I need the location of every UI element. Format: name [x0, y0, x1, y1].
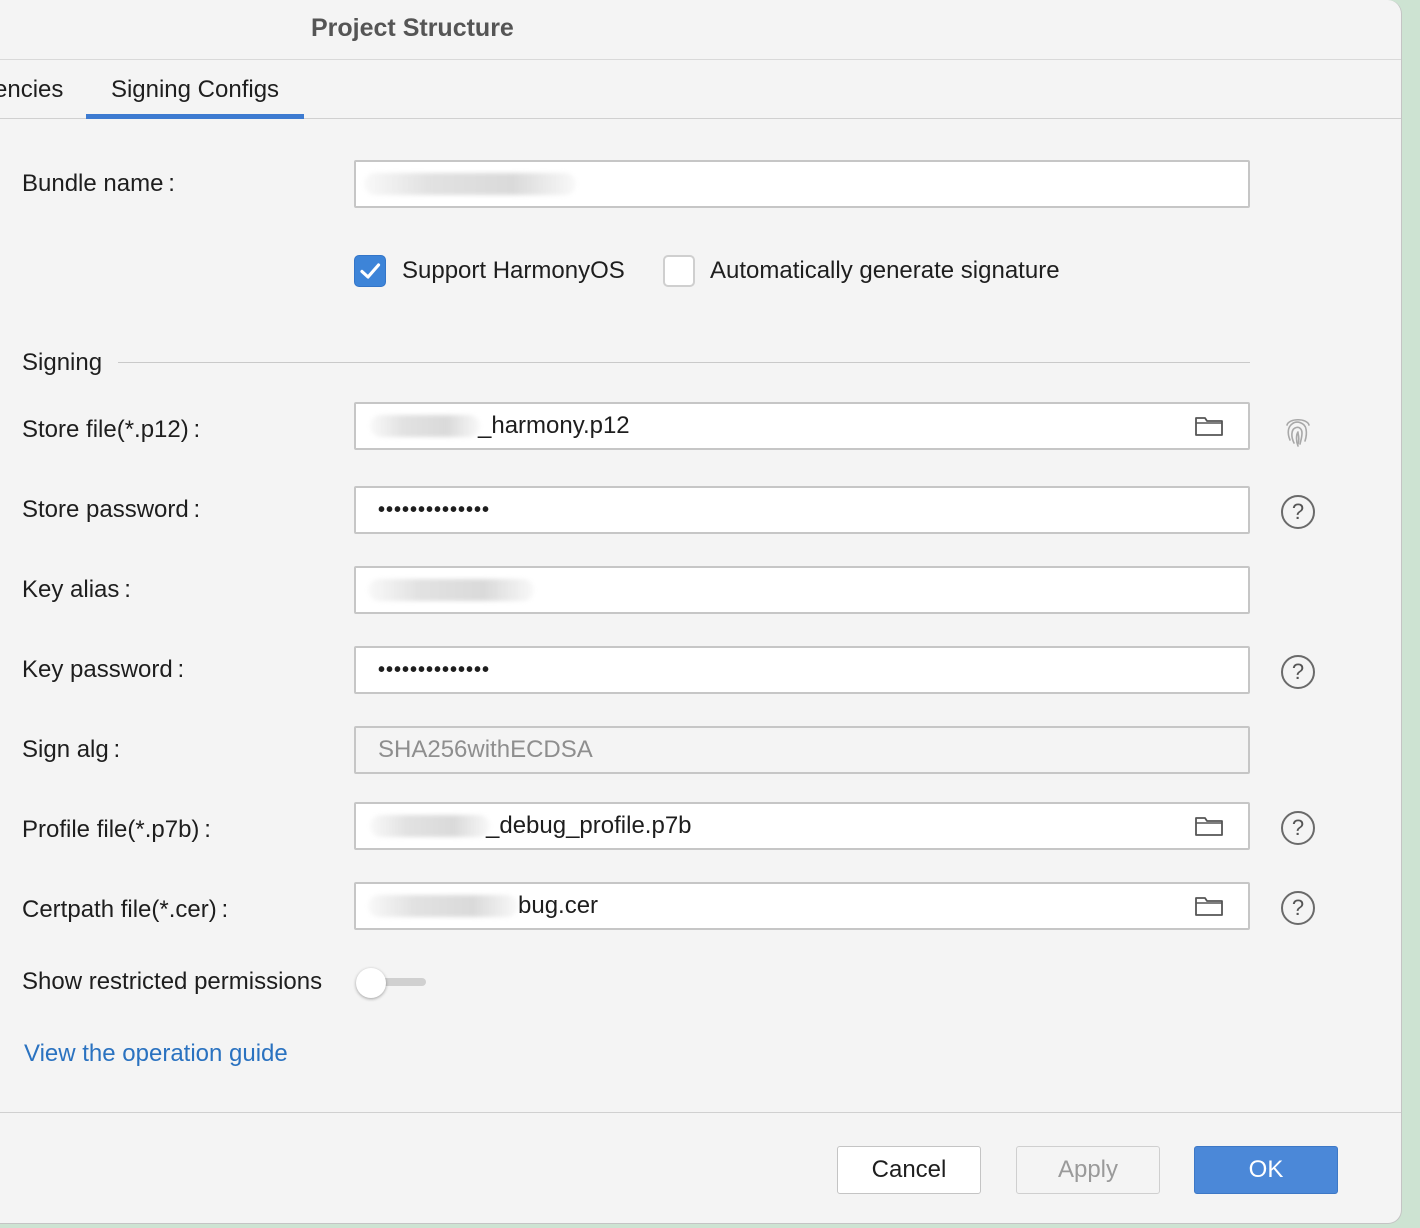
active-tab-indicator — [86, 114, 304, 119]
store-file-input[interactable]: _harmony.p12 — [354, 402, 1250, 450]
tab-bar: encies Signing Configs — [0, 61, 1401, 119]
profile-file-label: Profile file(*.p7b) : — [22, 816, 211, 843]
folder-icon[interactable] — [1194, 814, 1224, 838]
ok-button[interactable]: OK — [1194, 1146, 1338, 1194]
store-password-label: Store password : — [22, 496, 201, 523]
certpath-file-help-icon[interactable]: ? — [1281, 891, 1315, 925]
check-icon — [360, 263, 381, 279]
key-alias-input[interactable] — [354, 566, 1250, 614]
title-bar: Project Structure — [0, 0, 1401, 60]
redacted-text — [368, 895, 518, 917]
apply-button[interactable]: Apply — [1016, 1146, 1160, 1194]
signing-section-title: Signing — [22, 349, 103, 376]
store-password-help-icon[interactable]: ? — [1281, 495, 1315, 529]
store-password-input[interactable]: •••••••••••••• — [354, 486, 1250, 534]
auto-signature-checkbox[interactable] — [663, 255, 695, 287]
fingerprint-icon[interactable] — [1282, 413, 1314, 447]
redacted-text — [368, 579, 534, 601]
tab-signing-configs[interactable]: Signing Configs — [86, 61, 304, 119]
profile-file-help-icon[interactable]: ? — [1281, 811, 1315, 845]
project-structure-dialog: Project Structure encies Signing Configs… — [0, 0, 1402, 1224]
sign-alg-input: SHA256withECDSA — [354, 726, 1250, 774]
footer-divider — [0, 1112, 1401, 1113]
store-file-label: Store file(*.p12) : — [22, 416, 201, 443]
auto-signature-label: Automatically generate signature — [710, 257, 1060, 284]
redacted-text — [370, 815, 490, 837]
tab-dependencies[interactable]: encies — [0, 61, 63, 119]
window-title: Project Structure — [311, 14, 514, 42]
key-password-help-icon[interactable]: ? — [1281, 655, 1315, 689]
key-password-input[interactable]: •••••••••••••• — [354, 646, 1250, 694]
folder-icon[interactable] — [1194, 414, 1224, 438]
cancel-button[interactable]: Cancel — [837, 1146, 981, 1194]
redacted-text — [370, 415, 480, 437]
folder-icon[interactable] — [1194, 894, 1224, 918]
toggle-knob — [356, 968, 386, 998]
bundle-name-label: Bundle name : — [22, 170, 175, 197]
key-alias-label: Key alias : — [22, 576, 131, 603]
show-restricted-permissions-toggle[interactable] — [356, 966, 428, 998]
redacted-text — [364, 173, 576, 195]
sign-alg-label: Sign alg : — [22, 736, 121, 763]
certpath-file-input[interactable]: bug.cer — [354, 882, 1250, 930]
profile-file-input[interactable]: _debug_profile.p7b — [354, 802, 1250, 850]
section-divider — [118, 362, 1250, 363]
bundle-name-input[interactable] — [354, 160, 1250, 208]
support-harmonyos-checkbox[interactable] — [354, 255, 386, 287]
certpath-file-label: Certpath file(*.cer) : — [22, 896, 229, 923]
show-restricted-permissions-label: Show restricted permissions — [22, 968, 323, 995]
key-password-label: Key password : — [22, 656, 185, 683]
support-harmonyos-label: Support HarmonyOS — [402, 257, 625, 284]
operation-guide-link[interactable]: View the operation guide — [24, 1040, 288, 1068]
